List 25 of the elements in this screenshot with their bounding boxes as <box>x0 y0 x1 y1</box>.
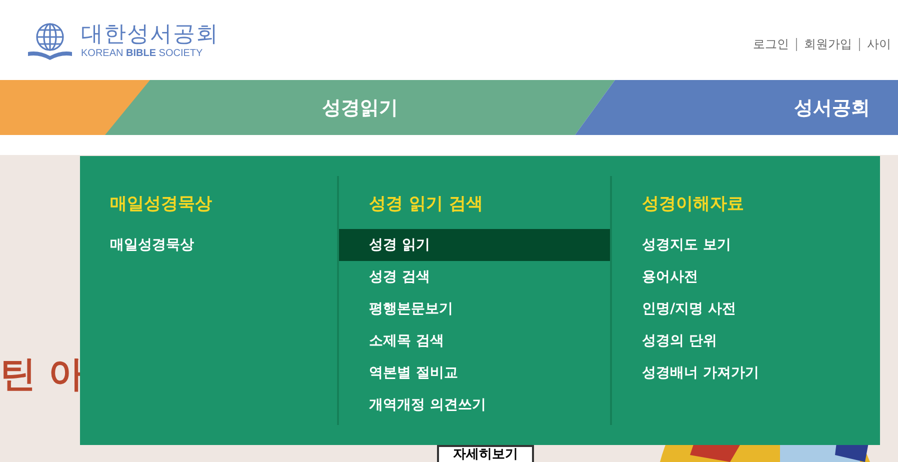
menu-item[interactable]: 평행본문보기 <box>339 293 610 325</box>
top-link[interactable]: 회원가입 <box>796 38 859 51</box>
menu-heading: 매일성경묵상 <box>110 193 212 215</box>
nav-tab[interactable]: 성경읽기 <box>105 80 615 135</box>
nav-tab[interactable]: 성서공회 <box>575 80 898 135</box>
menu-item[interactable]: 역본별 절비교 <box>339 357 610 389</box>
menu-heading: 성경이해자료 <box>642 193 744 215</box>
logo-title: 대한성서공회 <box>81 22 219 48</box>
menu-item[interactable]: 성경 읽기 <box>339 229 610 261</box>
menu-heading: 성경 읽기 검색 <box>369 193 483 215</box>
details-button[interactable]: 자세히보기 <box>437 445 534 462</box>
menu-item[interactable]: 매일성경묵상 <box>80 229 337 261</box>
banner-title: 틴 아 <box>0 353 85 397</box>
logo-subtitle: KOREAN BIBLE SOCIETY <box>81 48 204 60</box>
menu-item[interactable]: 용어사전 <box>612 261 882 293</box>
menu-item[interactable]: 성경지도 보기 <box>612 229 882 261</box>
globe-book-icon <box>27 21 73 61</box>
menu-item[interactable]: 성경의 단위 <box>612 325 882 357</box>
menu-item[interactable]: 인명/지명 사전 <box>612 293 882 325</box>
top-link[interactable]: 사이 <box>859 38 898 51</box>
menu-item[interactable]: 개역개정 의견쓰기 <box>339 389 610 421</box>
menu-item[interactable]: 성경 검색 <box>339 261 610 293</box>
menu-item[interactable]: 소제목 검색 <box>339 325 610 357</box>
top-link[interactable]: 로그인 <box>746 38 796 51</box>
menu-item[interactable]: 성경배너 가져가기 <box>612 357 882 389</box>
